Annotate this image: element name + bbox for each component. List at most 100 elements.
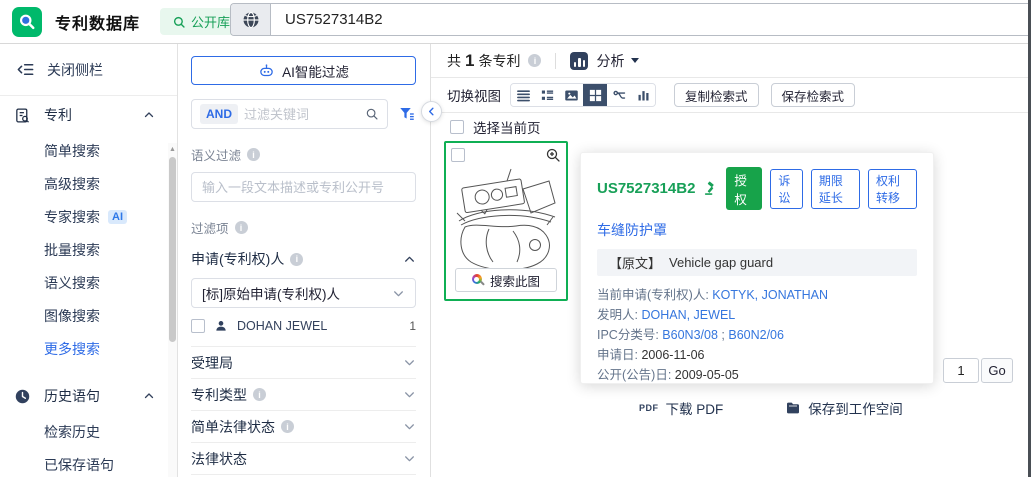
field-ipc: IPC分类号: B60N3/08 ; B60N2/06: [597, 328, 784, 342]
image-view-icon[interactable]: [559, 84, 583, 106]
bar-chart-icon: [570, 51, 589, 70]
results-area: 共 1 条专利 i 分析 切换视图 复制检索式 保存检索式 选择当前页 搜索此图…: [431, 44, 1031, 477]
patent-number-link[interactable]: US7527314B2: [597, 180, 695, 197]
grid-view-icon[interactable]: [583, 84, 607, 106]
ipc-link[interactable]: B60N2/06: [728, 328, 784, 342]
applicant-link[interactable]: KOTYK, JONATHAN: [712, 288, 828, 302]
app-window: 专利数据库 公开库 关闭侧栏 专利: [0, 0, 1031, 477]
chevron-down-icon: [392, 287, 405, 300]
select-page-checkbox[interactable]: [450, 120, 464, 134]
field-publication-date: 公开(公告)日: 2009-05-05: [597, 368, 739, 382]
chart-view-icon[interactable]: [631, 84, 655, 106]
sidebar-item-semantic-search[interactable]: 语义搜索: [0, 266, 177, 299]
inventor-link[interactable]: DOHAN, JEWEL: [641, 308, 735, 322]
accordion-legal-status[interactable]: 法律状态: [191, 442, 416, 474]
term-extension-tag[interactable]: 期限延长: [810, 168, 860, 209]
collapse-sidebar-button[interactable]: 关闭侧栏: [0, 44, 177, 96]
select-page-label: 选择当前页: [473, 121, 541, 136]
accordion-patent-type[interactable]: 专利类型 i: [191, 378, 416, 410]
scroll-up-arrow[interactable]: ▲: [168, 143, 177, 153]
copy-query-button[interactable]: 复制检索式: [674, 83, 759, 107]
accordion-patent-office[interactable]: 受理局: [191, 346, 416, 378]
keyword-filter-input[interactable]: [244, 106, 359, 122]
relation-view-icon[interactable]: [607, 84, 631, 106]
chevron-down-icon: [403, 356, 416, 369]
sidebar-item-saved-queries[interactable]: 已保存语句: [0, 448, 177, 477]
analysis-button[interactable]: 分析: [596, 51, 624, 71]
public-library-icon: [172, 15, 186, 29]
pagination: Go: [943, 358, 1013, 383]
person-icon: [214, 319, 228, 333]
semantic-filter-label: 语义过滤: [191, 149, 242, 163]
sidebar-item-expert-search[interactable]: 专家搜索 AI: [0, 200, 177, 233]
sidebar-section-patent[interactable]: 专利: [0, 96, 177, 134]
applicant-option-name: DOHAN JEWEL: [237, 319, 328, 333]
list-view-icon[interactable]: [511, 84, 535, 106]
info-icon[interactable]: i: [247, 148, 261, 161]
view-toolbar: 切换视图 复制检索式 保存检索式: [431, 78, 1031, 113]
patent-drawing: [455, 165, 559, 278]
patent-title-link[interactable]: 车缝防护罩: [597, 220, 667, 240]
grant-status-badge: 授权: [726, 167, 763, 210]
download-pdf-button[interactable]: PDF 下载 PDF: [639, 398, 723, 418]
left-sidebar: 关闭侧栏 专利 简单搜索 高级搜索 专家搜索 AI 批量搜索 语义搜索 图像搜索…: [0, 44, 178, 477]
ipc-link[interactable]: B60N3/08: [662, 328, 718, 342]
collapse-sidebar-icon: [16, 60, 35, 79]
ai-badge: AI: [108, 209, 127, 224]
info-icon[interactable]: i: [528, 54, 542, 67]
applicant-section-header[interactable]: 申请(专利权)人 i: [191, 249, 416, 269]
applicant-type-select[interactable]: [标]原始申请(专利权)人: [191, 278, 416, 308]
go-button[interactable]: Go: [981, 358, 1013, 383]
chevron-up-icon: [403, 253, 416, 266]
pdf-icon: PDF: [639, 403, 659, 413]
sidebar-item-simple-search[interactable]: 简单搜索: [0, 134, 177, 167]
info-icon[interactable]: i: [253, 388, 266, 401]
divider: [555, 52, 557, 69]
scrollbar-thumb[interactable]: [169, 157, 176, 342]
search-icon[interactable]: [365, 107, 379, 121]
magnifier-icon: [17, 12, 37, 32]
accordion-simple-legal-status[interactable]: 简单法律状态 i: [191, 410, 416, 442]
sidebar-item-more-search[interactable]: 更多搜索: [0, 332, 177, 365]
rights-transfer-tag[interactable]: 权利转移: [867, 168, 917, 209]
sidebar-section-history[interactable]: 历史语句: [0, 377, 177, 415]
original-title-box: 【原文】 Vehicle gap guard: [597, 249, 917, 276]
applicant-option-row[interactable]: DOHAN JEWEL 1: [191, 319, 416, 333]
boolean-operator-chip[interactable]: AND: [200, 104, 238, 124]
color-magnifier-icon: [471, 274, 485, 286]
patent-card-checkbox[interactable]: [451, 148, 465, 162]
chevron-down-icon: [403, 452, 416, 465]
search-this-image-button[interactable]: 搜索此图: [455, 268, 557, 292]
litigation-tag[interactable]: 诉讼: [770, 168, 803, 209]
applicant-checkbox[interactable]: [191, 319, 205, 333]
search-input[interactable]: [271, 4, 1031, 35]
collapse-filter-button[interactable]: [421, 101, 442, 122]
chevron-down-icon: [403, 388, 416, 401]
globe-button[interactable]: [231, 4, 271, 35]
sidebar-scrollbar[interactable]: ▲: [168, 143, 177, 477]
switch-view-label: 切换视图: [447, 89, 501, 104]
patent-detail-panel: US7527314B2 授权 诉讼 期限延长 权利转移 车缝防护罩 【原文】 V…: [580, 152, 934, 417]
keyword-filter-box: AND: [191, 99, 388, 129]
patent-card[interactable]: 搜索此图: [444, 141, 568, 301]
field-applicant: 当前申请(专利权)人: KOTYK, JONATHAN: [597, 288, 829, 302]
page-number-input[interactable]: [943, 358, 979, 383]
zoom-in-icon[interactable]: [545, 147, 561, 163]
ai-smart-filter-button[interactable]: AI智能过滤: [191, 56, 416, 85]
save-to-workspace-button[interactable]: 保存到工作空间: [785, 398, 903, 418]
semantic-filter-input[interactable]: [191, 172, 416, 202]
info-icon[interactable]: i: [234, 221, 248, 234]
sidebar-item-batch-search[interactable]: 批量搜索: [0, 233, 177, 266]
detail-list-view-icon[interactable]: [535, 84, 559, 106]
info-icon[interactable]: i: [290, 252, 304, 266]
original-label: 【原文】: [609, 256, 662, 271]
funnel-icon[interactable]: [398, 105, 416, 123]
sidebar-item-image-search[interactable]: 图像搜索: [0, 299, 177, 332]
sidebar-item-advanced-search[interactable]: 高级搜索: [0, 167, 177, 200]
info-icon[interactable]: i: [281, 420, 294, 433]
caret-down-icon[interactable]: [631, 58, 640, 63]
sidebar-item-search-history[interactable]: 检索历史: [0, 415, 177, 448]
applicant-option-count: 1: [409, 319, 416, 333]
save-query-button[interactable]: 保存检索式: [770, 83, 856, 107]
chevron-up-icon: [143, 390, 155, 402]
